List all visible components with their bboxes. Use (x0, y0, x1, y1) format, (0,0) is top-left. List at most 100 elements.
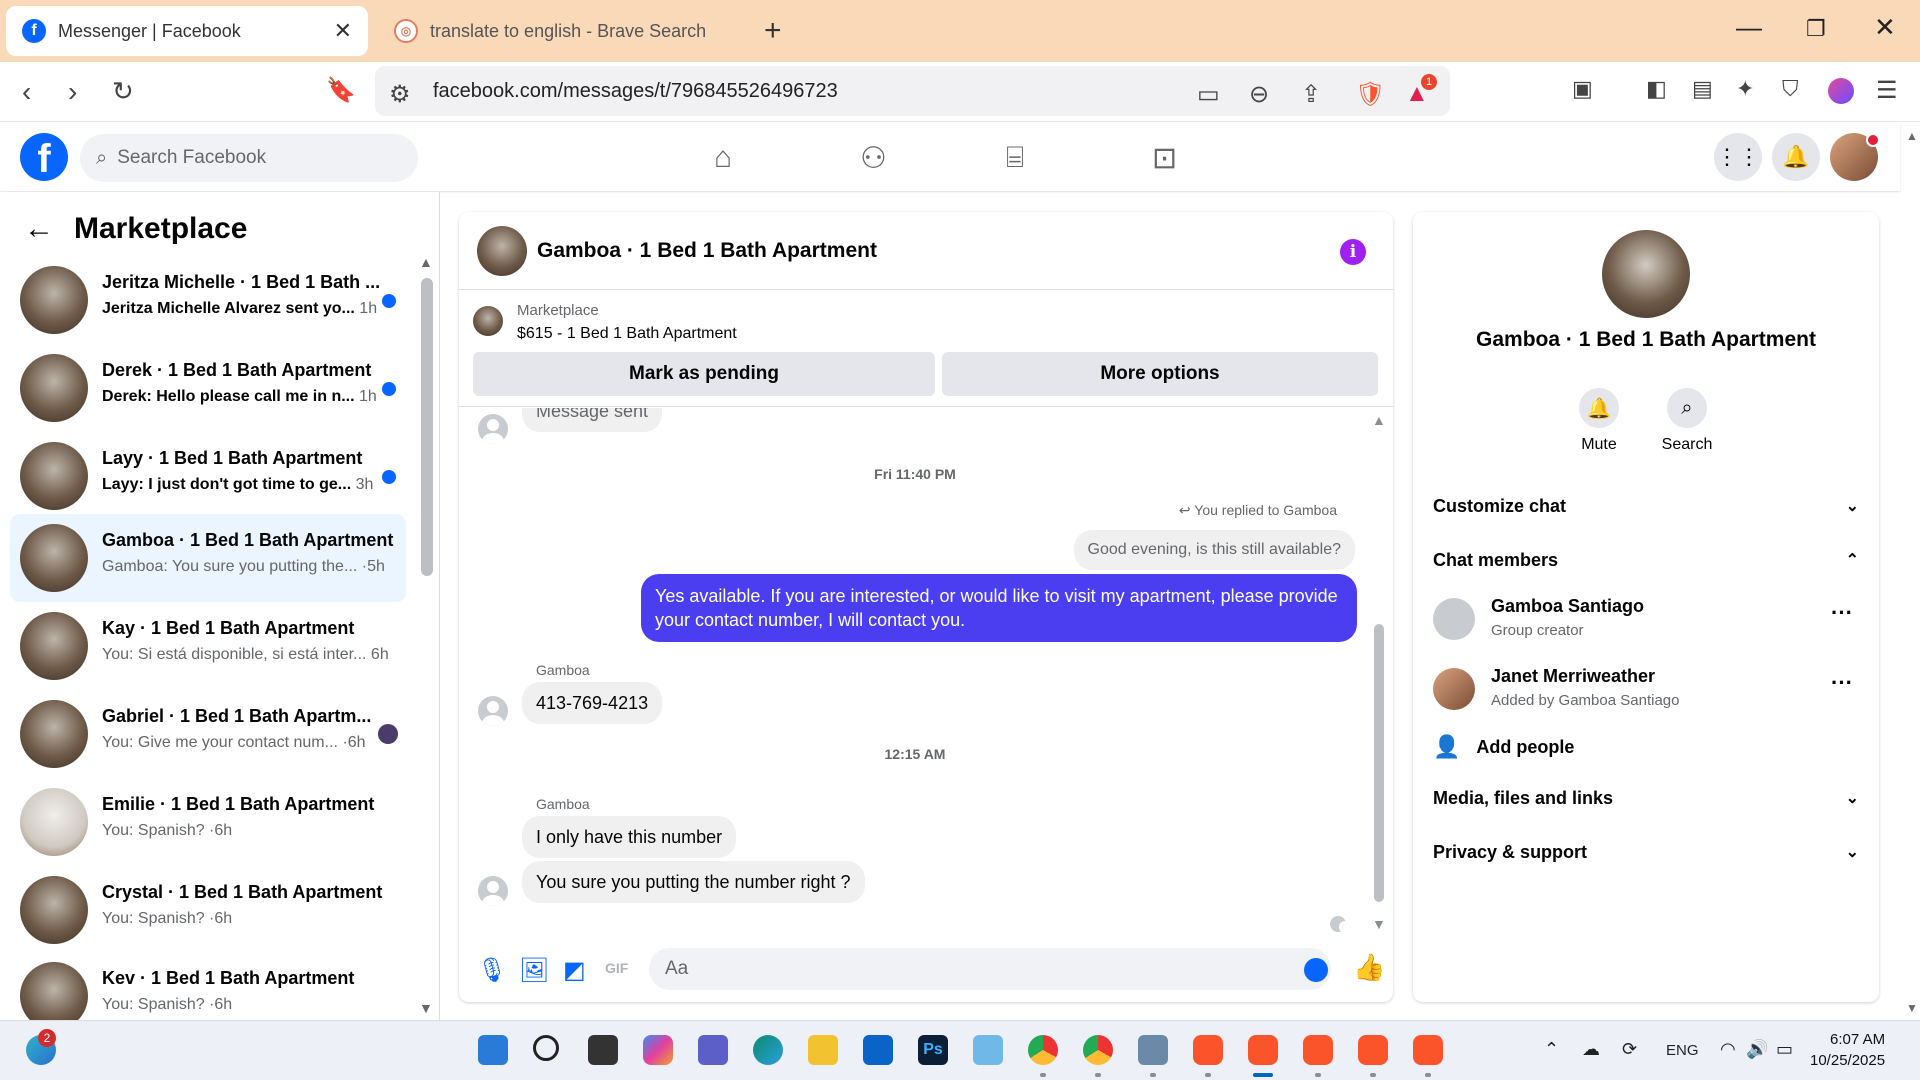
tab-brave-search[interactable]: ◎ translate to english - Brave Search (378, 6, 748, 56)
conversation-item[interactable]: Emilie · 1 Bed 1 Bath Apartment You: Spa… (10, 778, 406, 866)
like-thumbs-up-icon[interactable]: 👍 (1353, 952, 1385, 983)
brave-active-icon[interactable] (1248, 1035, 1278, 1065)
battery-icon[interactable]: ▭ (1776, 1039, 1793, 1060)
teams-icon[interactable] (698, 1035, 728, 1065)
member-item[interactable]: Gamboa Santiago Group creator ··· (1433, 592, 1863, 648)
message-bubble[interactable]: I only have this number (522, 816, 737, 858)
more-options-icon[interactable]: ··· (1831, 670, 1853, 696)
menu-icon[interactable]: ☰ (1876, 76, 1898, 105)
notifications-bell-icon[interactable]: 🔔 (1772, 133, 1820, 181)
member-item[interactable]: Janet Merriweather Added by Gamboa Santi… (1433, 662, 1863, 718)
scroll-up-arrow-icon[interactable]: ▲ (419, 254, 433, 270)
sync-icon[interactable]: ⟳ (1622, 1039, 1637, 1060)
scroll-down-arrow-icon[interactable]: ▼ (1372, 916, 1386, 932)
task-view-icon[interactable] (588, 1035, 618, 1065)
back-arrow-icon[interactable]: ← (24, 212, 54, 246)
clock[interactable]: 6:07 AM 10/25/2025 (1810, 1029, 1885, 1071)
sidebar-toggle-icon[interactable]: ◧ (1646, 76, 1667, 102)
conversation-item[interactable]: Kev · 1 Bed 1 Bath Apartment You: Spanis… (10, 952, 406, 1020)
more-options-icon[interactable]: ··· (1831, 600, 1853, 626)
scroll-down-arrow-icon[interactable]: ▼ (1906, 1001, 1918, 1015)
conversation-item[interactable]: Crystal · 1 Bed 1 Bath Apartment You: Sp… (10, 866, 406, 954)
photoshop-icon[interactable]: Ps (918, 1035, 948, 1065)
app-icon[interactable] (973, 1035, 1003, 1065)
message-bubble[interactable]: You sure you putting the number right ? (522, 861, 865, 903)
add-people-button[interactable]: 👤 Add people (1433, 734, 1574, 760)
chat-avatar[interactable] (477, 226, 527, 276)
reader-mode-icon[interactable]: ▣ (1572, 76, 1593, 102)
mark-as-pending-button[interactable]: Mark as pending (473, 352, 935, 396)
customize-chat-row[interactable]: Customize chat ⌄ (1433, 496, 1863, 517)
chrome-profile-icon[interactable] (1083, 1035, 1113, 1065)
back-icon[interactable]: ‹ (22, 76, 31, 108)
chat-scrollbar[interactable] (1374, 624, 1384, 902)
chrome-icon[interactable] (1028, 1035, 1058, 1065)
info-icon[interactable]: i (1340, 239, 1366, 265)
scroll-up-arrow-icon[interactable]: ▲ (1372, 412, 1386, 428)
tab-messenger[interactable]: f Messenger | Facebook ✕ (6, 6, 368, 56)
outgoing-message[interactable]: Yes available. If you are interested, or… (641, 574, 1357, 642)
conversation-item[interactable]: Gabriel · 1 Bed 1 Bath Apartm... You: Gi… (10, 690, 406, 778)
minimize-icon[interactable]: — (1736, 12, 1762, 43)
vpn-icon[interactable]: ⛉ (1782, 76, 1799, 102)
close-tab-icon[interactable]: ✕ (334, 18, 352, 44)
wallet-icon[interactable]: ▤ (1692, 76, 1713, 102)
media-files-links-row[interactable]: Media, files and links ⌄ (1433, 788, 1863, 809)
sidebar-scrollbar[interactable] (421, 278, 433, 576)
sticker-icon[interactable]: ◩ (563, 956, 586, 985)
brave-icon[interactable] (1413, 1035, 1443, 1065)
close-window-icon[interactable]: ✕ (1874, 12, 1896, 43)
privacy-support-row[interactable]: Privacy & support ⌄ (1433, 842, 1863, 863)
conversation-item[interactable]: Layy · 1 Bed 1 Bath Apartment Layy: I ju… (10, 432, 406, 520)
brave-shields-icon[interactable]: 🛡 (1355, 80, 1385, 109)
friends-icon[interactable]: ⚇ (860, 141, 887, 176)
language-indicator[interactable]: ENG (1666, 1042, 1699, 1059)
marketplace-icon[interactable]: ⌸ (1006, 141, 1024, 175)
search-button[interactable]: ⌕ Search (1647, 388, 1727, 454)
edge-icon[interactable] (753, 1035, 783, 1065)
gif-icon[interactable]: GIF (605, 960, 628, 976)
menu-grid-icon[interactable]: ⋮⋮ (1714, 133, 1762, 181)
brave-icon[interactable] (1303, 1035, 1333, 1065)
conversation-item-selected[interactable]: Gamboa · 1 Bed 1 Bath Apartment Gamboa: … (10, 514, 406, 602)
brave-icon[interactable] (1358, 1035, 1388, 1065)
volume-icon[interactable]: 🔊 (1746, 1039, 1768, 1060)
start-icon[interactable] (478, 1035, 508, 1065)
search-input[interactable]: ⌕ Search Facebook (80, 134, 418, 182)
facebook-logo-icon[interactable]: f (20, 133, 68, 181)
cloud-offline-icon[interactable]: ☁ (1582, 1039, 1600, 1060)
photo-icon[interactable]: 🖼 (519, 956, 549, 985)
message-input[interactable]: Aa (649, 948, 1331, 990)
site-settings-icon[interactable]: ⚙ (389, 80, 411, 109)
wifi-icon[interactable]: ◠ (1720, 1039, 1736, 1060)
bookmark-icon[interactable]: 🔖 (326, 76, 356, 105)
mute-button[interactable]: 🔔 Mute (1559, 388, 1639, 454)
chevron-up-icon[interactable]: ⌃ (1544, 1039, 1559, 1060)
chat-members-row[interactable]: Chat members ⌃ (1433, 550, 1863, 571)
chat-title[interactable]: Gamboa · 1 Bed 1 Bath Apartment (537, 239, 877, 263)
profile-icon[interactable] (1828, 78, 1854, 104)
brave-icon[interactable] (1193, 1035, 1223, 1065)
app-icon[interactable] (1138, 1035, 1168, 1065)
message-bubble[interactable]: 413-769-4213 (522, 682, 663, 724)
install-app-icon[interactable]: ▭ (1197, 80, 1220, 109)
restore-icon[interactable]: ❐ (1806, 16, 1826, 42)
address-bar[interactable]: ⚙ facebook.com/messages/t/79684552649672… (375, 66, 1450, 116)
search-icon[interactable] (533, 1035, 559, 1061)
scroll-up-arrow-icon[interactable]: ▲ (1906, 129, 1918, 143)
listing-thumbnail[interactable] (473, 306, 503, 336)
emoji-icon[interactable] (1304, 958, 1328, 982)
more-options-button[interactable]: More options (942, 352, 1378, 396)
file-explorer-icon[interactable] (808, 1035, 838, 1065)
gaming-icon[interactable]: ⊡ (1152, 141, 1177, 176)
home-icon[interactable]: ⌂ (714, 141, 732, 175)
outlook-icon[interactable] (863, 1035, 893, 1065)
microphone-icon[interactable]: 🎙 (477, 956, 507, 985)
share-icon[interactable]: ⇪ (1301, 80, 1321, 109)
conversation-item[interactable]: Kay · 1 Bed 1 Bath Apartment You: Si est… (10, 602, 406, 690)
conversation-item[interactable]: Derek · 1 Bed 1 Bath Apartment Derek: He… (10, 344, 406, 432)
reload-icon[interactable]: ↻ (112, 76, 134, 107)
new-tab-button[interactable]: + (764, 14, 782, 48)
zoom-icon[interactable]: ⊖ (1249, 80, 1269, 109)
listing-title[interactable]: $615 - 1 Bed 1 Bath Apartment (517, 325, 737, 343)
